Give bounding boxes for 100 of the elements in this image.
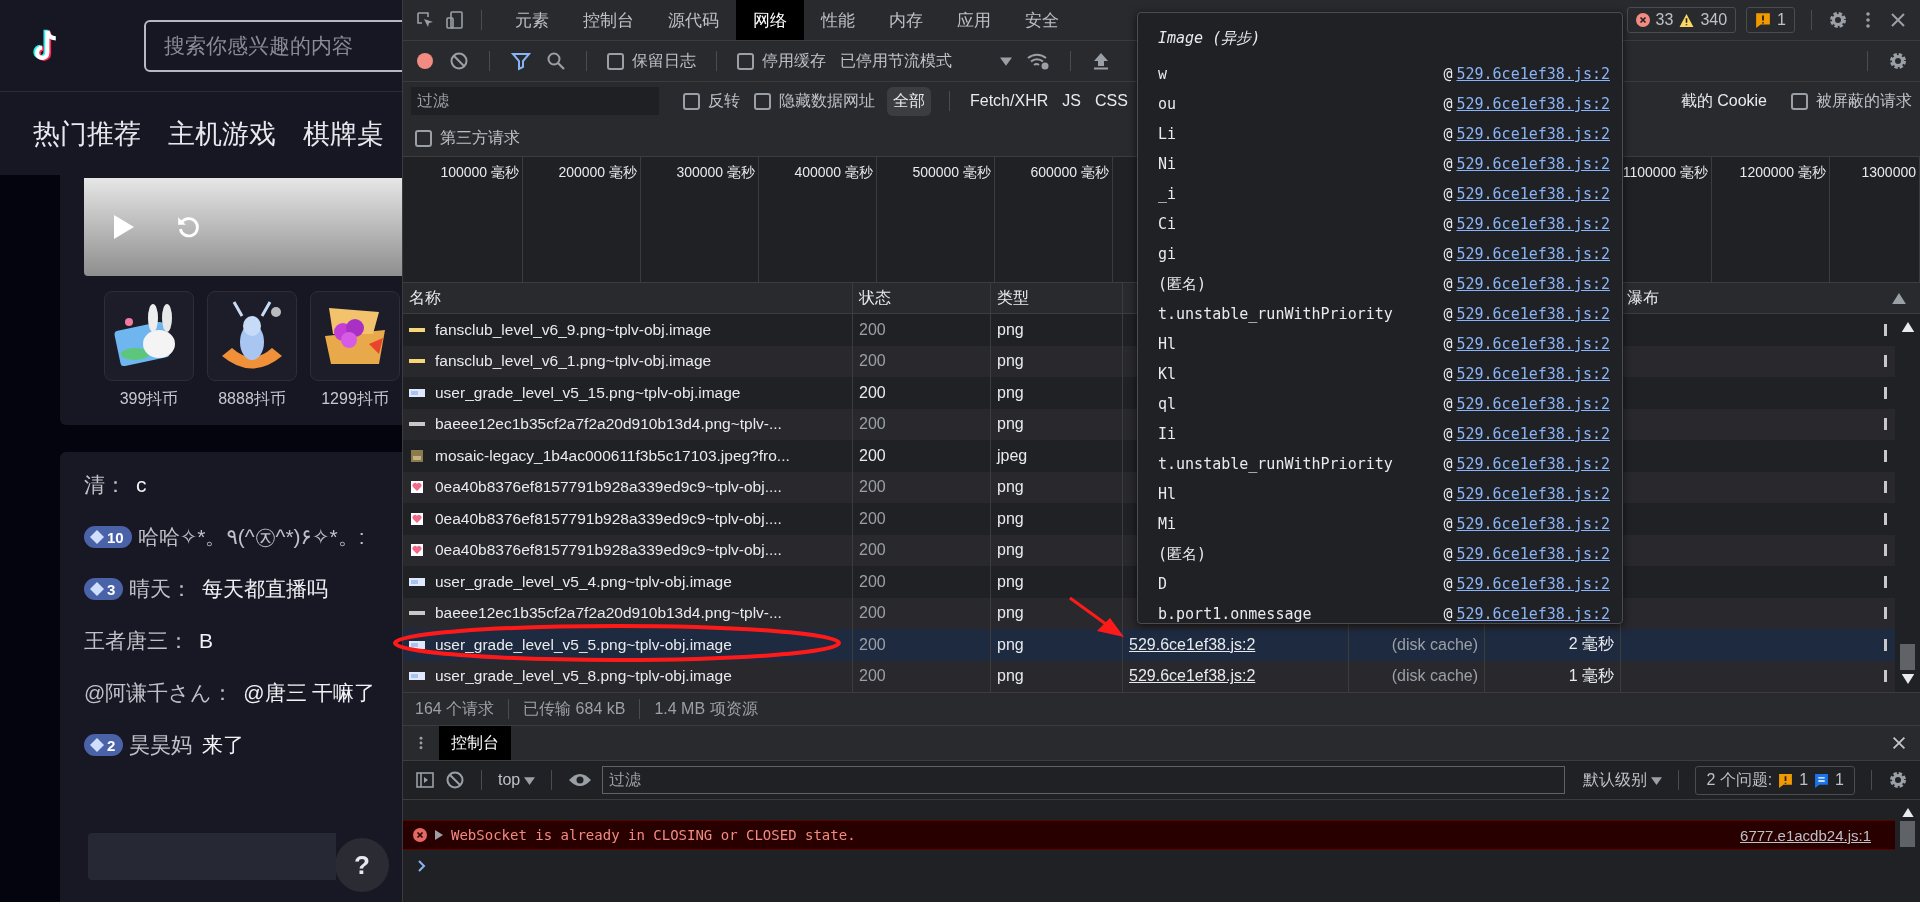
table-cell: jpeg	[991, 440, 1123, 472]
timeline-tick: 100000 毫秒	[440, 164, 519, 180]
function-name: b.port1.onmessage	[1158, 605, 1313, 623]
checkbox-label: 截的 Cookie	[1680, 90, 1767, 111]
at-sign: @	[1443, 425, 1453, 443]
function-name: (匿名)	[1158, 544, 1208, 564]
console-message-text: WebSocket is already in CLOSING or CLOSED state.	[451, 827, 856, 843]
table-cell: user_grade_level_v5_5.png~tplv-obj.image	[435, 635, 732, 654]
at-sign: @	[1443, 575, 1453, 593]
summary-text: 已传输 684 kB	[523, 698, 626, 719]
table-cell: user_grade_level_v5_15.png~tplv-obj.image	[435, 383, 741, 402]
table-cell: fansclub_level_v6_9.png~tplv-obj.image	[435, 320, 712, 339]
table-cell: (disk cache)	[1391, 635, 1478, 654]
at-sign: @	[1443, 335, 1453, 353]
at-sign: @	[1443, 215, 1453, 233]
at-sign: @	[1443, 605, 1453, 623]
issue-count: 1	[1777, 11, 1786, 29]
at-sign: @	[1443, 545, 1453, 563]
timeline-tick: 500000 毫秒	[912, 164, 991, 180]
at-sign: @	[1443, 305, 1453, 323]
gift-price: 1299抖币	[321, 389, 389, 409]
function-name: Li	[1158, 125, 1178, 143]
chat-username: 晴天：	[129, 576, 193, 602]
level-number: 2	[107, 736, 116, 754]
timeline-tick: 300000 毫秒	[676, 164, 755, 180]
at-sign: @	[1443, 125, 1453, 143]
table-cell: mosaic-legacy_1b4ac000611f3b5c17103.jpeg?fro...	[435, 446, 790, 465]
chat-message: B	[199, 629, 213, 653]
at-sign: @	[1443, 155, 1453, 173]
function-name: t.unstable_runWithPriority	[1158, 455, 1394, 473]
table-cell: user_grade_level_v5_4.png~tplv-obj.image	[435, 572, 732, 591]
chat-message: c	[136, 473, 147, 497]
function-name: D	[1158, 575, 1169, 593]
tooltip-title: Image (异步)	[1158, 29, 1262, 49]
table-cell: png	[991, 377, 1123, 409]
at-sign: @	[1443, 365, 1453, 383]
table-cell: 0ea40b8376ef8157791b928a339ed9c9~tplv-obj....	[435, 541, 782, 560]
chat-message: @唐三 干嘛了	[243, 680, 376, 706]
table-cell: baeee12ec1b35cf2a7f2a20d910b13d4.png~tplv-...	[435, 604, 782, 623]
chat-username: 王者唐三：	[84, 628, 189, 654]
timeline-tick: 400000 毫秒	[794, 164, 873, 180]
table-cell: baeee12ec1b35cf2a7f2a20d910b13d4.png~tplv-...	[435, 415, 782, 434]
table-cell: 200	[853, 629, 991, 661]
table-cell: 200	[853, 440, 991, 472]
table-cell: user_grade_level_v5_8.png~tplv-obj.image	[435, 667, 732, 686]
at-sign: @	[1443, 95, 1453, 113]
table-cell: png	[991, 503, 1123, 535]
function-name: ql	[1158, 395, 1178, 413]
issues-label: 2 个问题:	[1706, 769, 1773, 790]
checkbox-label: 停用缓存	[762, 50, 826, 71]
checkbox-label: 被屏蔽的请求	[1816, 90, 1912, 111]
table-cell: 0ea40b8376ef8157791b928a339ed9c9~tplv-obj....	[435, 478, 782, 497]
checkbox-label: 保留日志	[632, 50, 696, 71]
function-name: _i	[1158, 185, 1178, 203]
chat-message: 每天都直播吗	[202, 576, 329, 602]
timeline-tick: 600000 毫秒	[1030, 164, 1109, 180]
timeline-tick: 1300000	[1861, 164, 1916, 180]
gift-price: 399抖币	[119, 389, 179, 409]
checkbox-label: 隐藏数据网址	[779, 90, 875, 111]
function-name: Hl	[1158, 335, 1178, 353]
at-sign: @	[1443, 485, 1453, 503]
table-cell: 200	[853, 503, 991, 535]
table-cell: 0ea40b8376ef8157791b928a339ed9c9~tplv-obj....	[435, 509, 782, 528]
timeline-tick: 1200000 毫秒	[1739, 164, 1826, 180]
chat-username: 哈哈✧*。٩(^㉨^*)۶✧*。:	[137, 524, 365, 550]
at-sign: @	[1443, 185, 1453, 203]
table-cell: 200	[853, 566, 991, 598]
checkbox-label: 反转	[708, 90, 740, 111]
timeline-tick: 200000 毫秒	[558, 164, 637, 180]
function-name: Hl	[1158, 485, 1178, 503]
level-number: 10	[107, 528, 124, 546]
function-name: t.unstable_runWithPriority	[1158, 305, 1394, 323]
table-cell: png	[991, 314, 1123, 346]
table-cell-text: 1 毫秒	[1568, 665, 1614, 686]
error-count: 33	[1655, 11, 1674, 29]
function-name: ou	[1158, 95, 1178, 113]
at-sign: @	[1443, 65, 1453, 83]
table-cell: png	[991, 566, 1123, 598]
chat-username: 昊昊妈	[129, 732, 193, 758]
table-cell: fansclub_level_v6_1.png~tplv-obj.image	[435, 352, 712, 371]
at-sign: @	[1443, 245, 1453, 263]
warning-count: 340	[1700, 11, 1728, 29]
timeline-tick: 1100000 毫秒	[1622, 164, 1708, 180]
function-name: gi	[1158, 245, 1178, 263]
table-cell: (disk cache)	[1391, 667, 1478, 686]
issue-count: 1	[1835, 771, 1844, 789]
chat-username: @阿谦千さん：	[84, 680, 234, 706]
function-name: w	[1158, 65, 1169, 83]
at-sign: @	[1443, 395, 1453, 413]
table-cell-text: 2 毫秒	[1568, 634, 1614, 655]
chat-message: 来了	[202, 732, 245, 758]
issue-count: 1	[1799, 771, 1809, 789]
at-sign: @	[1443, 455, 1453, 473]
function-name: Ii	[1158, 425, 1178, 443]
checkbox-label: 第三方请求	[440, 127, 520, 148]
at-sign: @	[1443, 515, 1453, 533]
function-name: Ci	[1158, 215, 1178, 233]
table-cell: 200	[853, 377, 991, 409]
summary-text: 164 个请求	[415, 698, 495, 719]
function-name: Kl	[1158, 365, 1178, 383]
